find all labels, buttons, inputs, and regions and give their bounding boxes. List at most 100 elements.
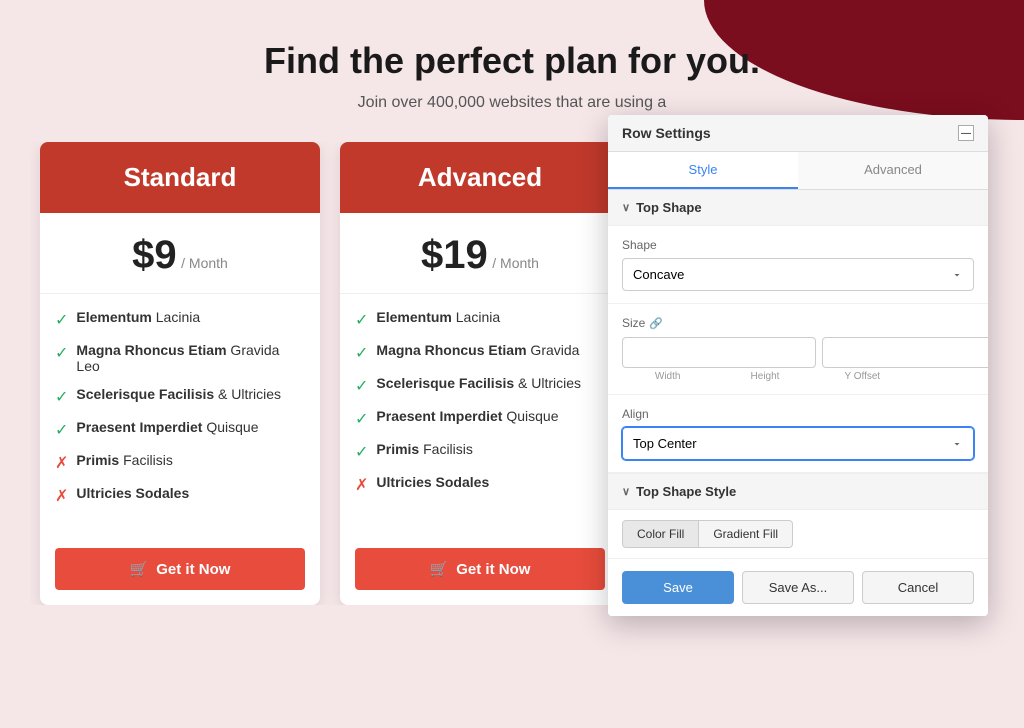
price-period: / Month bbox=[492, 255, 539, 271]
feature-desc: Gravida bbox=[527, 342, 580, 358]
size-height-input[interactable] bbox=[822, 337, 988, 368]
feature-label: Praesent Imperdiet bbox=[76, 419, 202, 435]
panel-minimize-button[interactable]: — bbox=[958, 125, 974, 141]
tab-advanced[interactable]: Advanced bbox=[798, 152, 988, 189]
align-field-label: Align bbox=[622, 407, 974, 421]
pricing-card-standard: Standard $9 / Month ✓ Elementum Lacinia … bbox=[40, 142, 320, 605]
feature-label: Scelerisque Facilisis bbox=[376, 375, 514, 391]
row-settings-panel: Row Settings — Style Advanced ∨ Top Shap… bbox=[608, 115, 988, 616]
feature-item: ✓ Elementum Lacinia bbox=[355, 309, 605, 330]
check-icon: ✓ bbox=[55, 420, 68, 440]
shape-select[interactable]: Concave None Convex Wave Triangle bbox=[622, 258, 974, 291]
tab-style[interactable]: Style bbox=[608, 152, 798, 189]
yoffset-label: Y Offset bbox=[817, 371, 908, 382]
panel-tabs: Style Advanced bbox=[608, 152, 988, 190]
top-shape-section-header[interactable]: ∨ Top Shape bbox=[608, 190, 988, 226]
size-inputs-row: px % em bbox=[622, 336, 974, 368]
feature-desc: Facilisis bbox=[119, 452, 173, 468]
feature-label: Magna Rhoncus Etiam bbox=[376, 342, 526, 358]
gradient-fill-button[interactable]: Gradient Fill bbox=[699, 520, 793, 548]
feature-label: Scelerisque Facilisis bbox=[76, 386, 214, 402]
top-shape-style-chevron-icon: ∨ bbox=[622, 485, 630, 498]
get-now-button[interactable]: 🛒 Get it Now bbox=[55, 548, 305, 590]
panel-title: Row Settings bbox=[622, 125, 711, 141]
card-name: Advanced bbox=[360, 162, 600, 193]
height-label: Height bbox=[719, 371, 810, 382]
feature-label: Primis bbox=[76, 452, 119, 468]
size-labels-row: Width Height Y Offset bbox=[622, 371, 974, 382]
cart-icon: 🛒 bbox=[130, 560, 149, 578]
feature-label: Primis bbox=[376, 441, 419, 457]
feature-item: ✓ Praesent Imperdiet Quisque bbox=[355, 408, 605, 429]
feature-label: Elementum bbox=[376, 309, 451, 325]
card-features: ✓ Elementum Lacinia ✓ Magna Rhoncus Etia… bbox=[40, 294, 320, 533]
pricing-card-advanced: Advanced $19 / Month ✓ Elementum Lacinia… bbox=[340, 142, 620, 605]
top-shape-chevron-icon: ∨ bbox=[622, 201, 630, 214]
price-amount: $9 bbox=[132, 233, 177, 277]
price-period: / Month bbox=[181, 255, 228, 271]
panel-header: Row Settings — bbox=[608, 115, 988, 152]
card-footer: 🛒 Get it Now bbox=[40, 533, 320, 605]
feature-item: ✓ Primis Facilisis bbox=[355, 441, 605, 462]
page-title: Find the perfect plan for you. bbox=[30, 40, 994, 82]
feature-item: ✓ Magna Rhoncus Etiam Gravida Leo bbox=[55, 342, 305, 374]
card-header: Standard bbox=[40, 142, 320, 213]
price-amount: $19 bbox=[421, 233, 488, 277]
feature-label: Magna Rhoncus Etiam bbox=[76, 342, 226, 358]
color-fill-button[interactable]: Color Fill bbox=[622, 520, 699, 548]
check-icon: ✓ bbox=[55, 387, 68, 407]
feature-desc: Lacinia bbox=[452, 309, 500, 325]
check-icon: ✓ bbox=[55, 343, 68, 363]
check-icon: ✓ bbox=[355, 409, 368, 429]
feature-desc: & Ultricies bbox=[514, 375, 581, 391]
feature-label: Ultricies Sodales bbox=[376, 474, 489, 490]
feature-desc: Quisque bbox=[502, 408, 558, 424]
feature-item: ✗ Ultricies Sodales bbox=[55, 485, 305, 506]
cta-label: Get it Now bbox=[156, 561, 230, 578]
fill-buttons-group: Color Fill Gradient Fill bbox=[608, 510, 988, 558]
card-name: Standard bbox=[60, 162, 300, 193]
width-label: Width bbox=[622, 371, 713, 382]
card-price: $19 / Month bbox=[340, 213, 620, 294]
save-as-button[interactable]: Save As... bbox=[742, 571, 854, 604]
feature-desc: Facilisis bbox=[419, 441, 473, 457]
check-icon: ✓ bbox=[355, 310, 368, 330]
cancel-button[interactable]: Cancel bbox=[862, 571, 974, 604]
card-features: ✓ Elementum Lacinia ✓ Magna Rhoncus Etia… bbox=[340, 294, 620, 533]
feature-item: ✓ Magna Rhoncus Etiam Gravida bbox=[355, 342, 605, 363]
feature-label: Elementum bbox=[76, 309, 151, 325]
page-subtitle: Join over 400,000 websites that are usin… bbox=[30, 94, 994, 112]
card-header: Advanced bbox=[340, 142, 620, 213]
feature-label: Ultricies Sodales bbox=[76, 485, 189, 501]
feature-item: ✗ Ultricies Sodales bbox=[355, 474, 605, 495]
shape-field-group: Shape Concave None Convex Wave Triangle bbox=[608, 226, 988, 304]
cta-label: Get it Now bbox=[456, 561, 530, 578]
feature-item: ✓ Scelerisque Facilisis & Ultricies bbox=[355, 375, 605, 396]
cart-icon: 🛒 bbox=[430, 560, 449, 578]
size-field-group: Size 🔗 px % em Width Height Y Offset bbox=[608, 304, 988, 395]
top-shape-section-label: Top Shape bbox=[636, 200, 701, 215]
align-select[interactable]: Top Center Top Left Top Right Bottom Lef… bbox=[622, 427, 974, 460]
feature-desc: Quisque bbox=[202, 419, 258, 435]
check-icon: ✓ bbox=[355, 343, 368, 363]
card-price: $9 / Month bbox=[40, 213, 320, 294]
top-shape-style-section-header[interactable]: ∨ Top Shape Style bbox=[608, 473, 988, 510]
feature-item: ✗ Primis Facilisis bbox=[55, 452, 305, 473]
check-icon: ✓ bbox=[355, 376, 368, 396]
save-button[interactable]: Save bbox=[622, 571, 734, 604]
shape-field-label: Shape bbox=[622, 238, 974, 252]
feature-item: ✓ Scelerisque Facilisis & Ultricies bbox=[55, 386, 305, 407]
feature-desc: & Ultricies bbox=[214, 386, 281, 402]
size-field-label: Size 🔗 bbox=[622, 316, 974, 330]
cross-icon: ✗ bbox=[55, 453, 68, 473]
check-icon: ✓ bbox=[55, 310, 68, 330]
cross-icon: ✗ bbox=[55, 486, 68, 506]
panel-body: ∨ Top Shape Shape Concave None Convex Wa… bbox=[608, 190, 988, 558]
feature-item: ✓ Elementum Lacinia bbox=[55, 309, 305, 330]
get-now-button[interactable]: 🛒 Get it Now bbox=[355, 548, 605, 590]
align-field-group: Align Top Center Top Left Top Right Bott… bbox=[608, 395, 988, 473]
size-link-icon: 🔗 bbox=[649, 317, 663, 330]
cross-icon: ✗ bbox=[355, 475, 368, 495]
size-width-input[interactable] bbox=[622, 337, 816, 368]
feature-desc: Lacinia bbox=[152, 309, 200, 325]
